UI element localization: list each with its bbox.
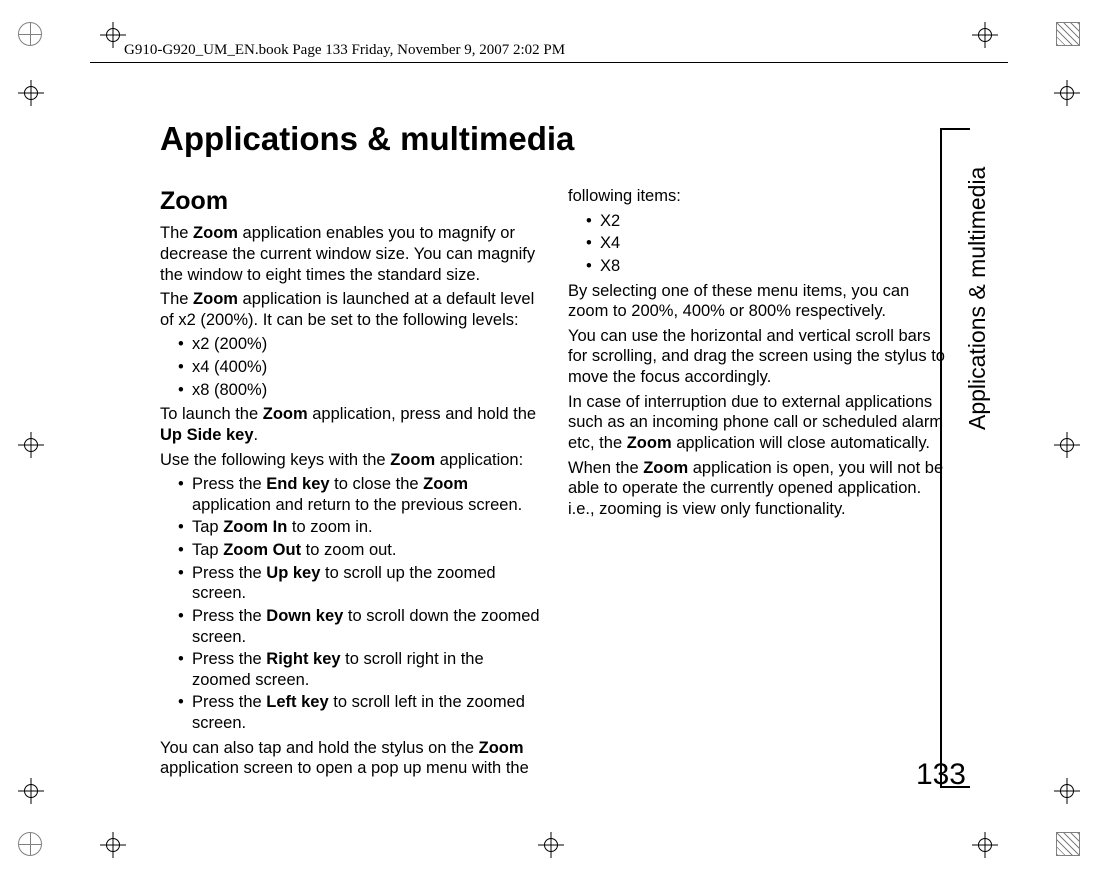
list-item: Press the Up key to scroll up the zoomed… — [178, 563, 542, 604]
text-bold: Up Side key — [160, 426, 254, 444]
paragraph: Use the following keys with the Zoom app… — [160, 450, 542, 471]
text: Tap — [192, 518, 223, 536]
paragraph: In case of interruption due to external … — [568, 392, 950, 454]
text: application and return to the previous s… — [192, 496, 522, 514]
text: You can also tap and hold the stylus on … — [160, 739, 479, 757]
list-item: Press the Right key to scroll right in t… — [178, 649, 542, 690]
list-item: X2 — [586, 211, 950, 232]
text-bold: Zoom In — [223, 518, 287, 536]
list-item: Press the End key to close the Zoom appl… — [178, 474, 542, 515]
text-bold: Zoom — [423, 475, 468, 493]
crop-target-icon — [538, 832, 564, 858]
section-heading: Zoom — [160, 186, 542, 217]
text-bold: End key — [266, 475, 329, 493]
running-header: G910-G920_UM_EN.book Page 133 Friday, No… — [120, 42, 569, 59]
text: to close the — [330, 475, 424, 493]
crop-target-icon — [18, 778, 44, 804]
text: application: — [435, 451, 523, 469]
text-bold: Zoom — [193, 290, 238, 308]
text: to zoom in. — [287, 518, 372, 536]
text-bold: Left key — [266, 693, 328, 711]
text: When the — [568, 459, 643, 477]
paragraph: To launch the Zoom application, press an… — [160, 404, 542, 445]
text-bold: Right key — [266, 650, 340, 668]
text: to zoom out. — [301, 541, 396, 559]
list-item: Tap Zoom In to zoom in. — [178, 517, 542, 538]
list-item: X8 — [586, 256, 950, 277]
text: application will close automatically. — [672, 434, 930, 452]
paragraph: The Zoom application enables you to magn… — [160, 223, 542, 285]
text: Press the — [192, 693, 266, 711]
text: application, press and hold the — [308, 405, 536, 423]
text: Tap — [192, 541, 223, 559]
text-bold: Zoom — [643, 459, 688, 477]
registration-mark-icon — [18, 22, 42, 46]
paragraph: When the Zoom application is open, you w… — [568, 458, 950, 520]
crop-target-icon — [972, 22, 998, 48]
paragraph: You can use the horizontal and vertical … — [568, 326, 950, 388]
text-bold: Zoom — [479, 739, 524, 757]
crop-target-icon — [100, 832, 126, 858]
text: The — [160, 224, 193, 242]
text: To launch the — [160, 405, 263, 423]
text-bold: Zoom — [627, 434, 672, 452]
text: Use the following keys with the — [160, 451, 390, 469]
popup-menu-list: X2 X4 X8 — [568, 211, 950, 277]
zoom-levels-list: x2 (200%) x4 (400%) x8 (800%) — [160, 334, 542, 400]
list-item: x4 (400%) — [178, 357, 542, 378]
list-item: Press the Left key to scroll left in the… — [178, 692, 542, 733]
crop-target-icon — [18, 80, 44, 106]
text-bold: Zoom — [193, 224, 238, 242]
text-bold: Up key — [266, 564, 320, 582]
list-item: Press the Down key to scroll down the zo… — [178, 606, 542, 647]
list-item: X4 — [586, 233, 950, 254]
text: The — [160, 290, 193, 308]
registration-mark-icon — [18, 832, 42, 856]
text-bold: Down key — [266, 607, 343, 625]
color-patch-icon — [1056, 22, 1080, 46]
color-patch-icon — [1056, 832, 1080, 856]
text: Press the — [192, 475, 266, 493]
paragraph: The Zoom application is launched at a de… — [160, 289, 542, 330]
paragraph: By selecting one of these menu items, yo… — [568, 281, 950, 322]
text: . — [254, 426, 259, 444]
list-item: Tap Zoom Out to zoom out. — [178, 540, 542, 561]
crop-target-icon — [1054, 432, 1080, 458]
crop-target-icon — [18, 432, 44, 458]
chapter-title: Applications & multimedia — [160, 120, 950, 158]
text-bold: Zoom — [390, 451, 435, 469]
text-bold: Zoom — [263, 405, 308, 423]
text: Press the — [192, 564, 266, 582]
crop-target-icon — [1054, 80, 1080, 106]
crop-target-icon — [1054, 778, 1080, 804]
text: Press the — [192, 650, 266, 668]
key-usage-list: Press the End key to close the Zoom appl… — [160, 474, 542, 734]
crop-target-icon — [972, 832, 998, 858]
side-tab-label: Applications & multimedia — [964, 167, 991, 430]
text: Press the — [192, 607, 266, 625]
list-item: x2 (200%) — [178, 334, 542, 355]
text-columns: Zoom The Zoom application enables you to… — [160, 186, 950, 786]
page-body: Applications & multimedia Zoom The Zoom … — [160, 120, 950, 786]
list-item: x8 (800%) — [178, 380, 542, 401]
header-rule — [90, 62, 1008, 63]
text-bold: Zoom Out — [223, 541, 301, 559]
